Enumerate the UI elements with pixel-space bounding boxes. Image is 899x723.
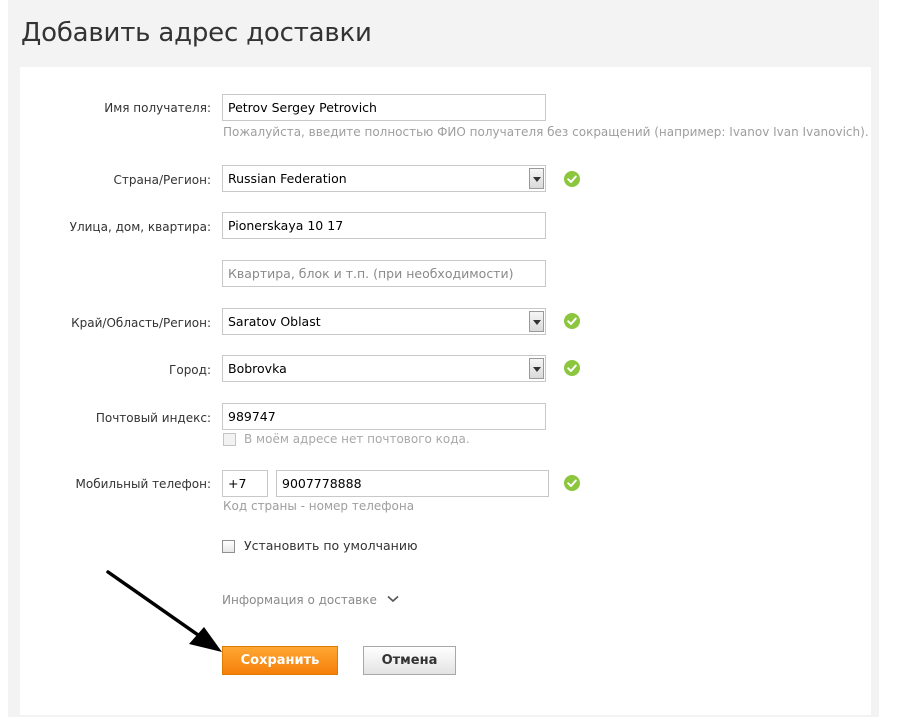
chevron-down-icon[interactable] <box>529 168 544 189</box>
country-label: Страна/Регион: <box>113 173 211 187</box>
save-button[interactable]: Сохранить <box>222 646 338 675</box>
phone-label: Мобильный телефон: <box>75 477 212 491</box>
phone-hint: Код страны - номер телефона <box>223 499 415 513</box>
no-postal-checkbox[interactable] <box>223 433 236 446</box>
recipient-input[interactable]: Petrov Sergey Petrovich <box>222 94 546 121</box>
postal-label: Почтовый индекс: <box>95 411 211 425</box>
recipient-hint: Пожалуйста, введите полностью ФИО получа… <box>223 125 869 139</box>
city-value: Bobrovka <box>228 361 287 376</box>
chevron-down-icon[interactable] <box>529 358 544 379</box>
country-value: Russian Federation <box>228 171 347 186</box>
postal-input[interactable]: 989747 <box>222 403 546 430</box>
city-label: Город: <box>169 363 211 377</box>
default-address-label: Установить по умолчанию <box>244 538 418 553</box>
check-icon <box>564 313 580 329</box>
region-label: Край/Область/Регион: <box>71 316 211 330</box>
apartment-input[interactable]: Квартира, блок и т.п. (при необходимости… <box>222 260 546 287</box>
country-select[interactable]: Russian Federation <box>222 165 546 192</box>
region-value: Saratov Oblast <box>228 314 321 329</box>
default-address-checkbox[interactable] <box>222 540 235 553</box>
phone-country-code-input[interactable]: +7 <box>222 470 268 497</box>
phone-number-input[interactable]: 9007778888 <box>276 470 549 497</box>
region-select[interactable]: Saratov Oblast <box>222 308 546 335</box>
no-postal-label: В моём адресе нет почтового кода. <box>244 432 470 446</box>
check-icon <box>564 475 580 491</box>
page-title: Добавить адрес доставки <box>21 18 372 48</box>
check-icon <box>564 171 580 187</box>
street-input[interactable]: Pionerskaya 10 17 <box>222 212 546 239</box>
check-icon <box>564 360 580 376</box>
city-select[interactable]: Bobrovka <box>222 355 546 382</box>
delivery-info-link[interactable]: Информация о доставке <box>222 593 399 607</box>
delivery-info-label: Информация о доставке <box>222 593 377 607</box>
cancel-button[interactable]: Отмена <box>363 646 456 675</box>
recipient-label: Имя получателя: <box>104 101 211 115</box>
street-label: Улица, дом, квартира: <box>69 220 211 234</box>
chevron-down-icon <box>387 595 399 603</box>
chevron-down-icon[interactable] <box>529 311 544 332</box>
